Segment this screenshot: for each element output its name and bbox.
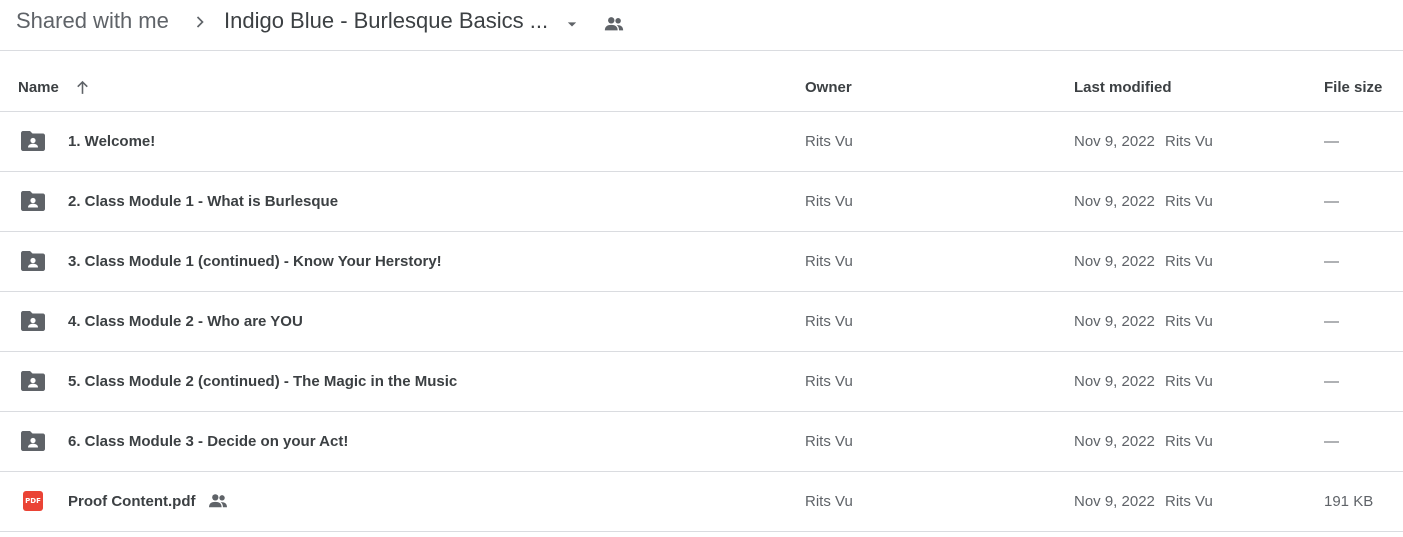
pdf-file-icon: PDF [23, 491, 43, 511]
file-modified-by: Rits Vu [1165, 133, 1213, 150]
column-header-last-modified[interactable]: Last modified [1074, 79, 1172, 96]
shared-folder-icon [21, 191, 45, 211]
file-row[interactable]: PDF Proof Content.pdf Rits Vu Nov 9, 202… [0, 472, 1403, 532]
file-modified-date: Nov 9, 2022 [1074, 373, 1155, 390]
drive-file-browser: Shared with me Indigo Blue - Burlesque B… [0, 0, 1403, 537]
column-header-owner[interactable]: Owner [805, 79, 852, 96]
file-owner: Rits Vu [805, 313, 853, 330]
file-size: — [1324, 133, 1339, 150]
file-owner: Rits Vu [805, 493, 853, 510]
file-size: — [1324, 193, 1339, 210]
file-modified-date: Nov 9, 2022 [1074, 433, 1155, 450]
file-row[interactable]: 3. Class Module 1 (continued) - Know You… [0, 232, 1403, 292]
file-size: — [1324, 313, 1339, 330]
file-row[interactable]: 5. Class Module 2 (continued) - The Magi… [0, 352, 1403, 412]
file-name: 1. Welcome! [68, 133, 156, 150]
file-owner: Rits Vu [805, 193, 853, 210]
file-owner: Rits Vu [805, 253, 853, 270]
file-size: — [1324, 433, 1339, 450]
shared-folder-icon [21, 251, 45, 271]
file-size: — [1324, 373, 1339, 390]
file-modified-date: Nov 9, 2022 [1074, 253, 1155, 270]
breadcrumb-current-folder[interactable]: Indigo Blue - Burlesque Basics ... [224, 8, 548, 34]
file-modified-date: Nov 9, 2022 [1074, 493, 1155, 510]
file-list: 1. Welcome! Rits Vu Nov 9, 2022 Rits Vu … [0, 112, 1403, 532]
file-modified-by: Rits Vu [1165, 313, 1213, 330]
chevron-right-icon [196, 16, 204, 28]
file-modified-date: Nov 9, 2022 [1074, 193, 1155, 210]
people-icon [209, 494, 227, 508]
file-modified-by: Rits Vu [1165, 493, 1213, 510]
file-row[interactable]: 6. Class Module 3 - Decide on your Act! … [0, 412, 1403, 472]
column-header: Name Owner Last modified File size [0, 51, 1403, 112]
file-name: 3. Class Module 1 (continued) - Know You… [68, 253, 442, 270]
file-name: 4. Class Module 2 - Who are YOU [68, 313, 303, 330]
column-header-name[interactable]: Name [18, 79, 59, 96]
arrow-up-icon[interactable] [73, 78, 92, 97]
file-size: — [1324, 253, 1339, 270]
file-row[interactable]: 1. Welcome! Rits Vu Nov 9, 2022 Rits Vu … [0, 112, 1403, 172]
breadcrumb: Shared with me Indigo Blue - Burlesque B… [0, 0, 1403, 51]
arrow-drop-down-icon[interactable] [562, 14, 582, 34]
people-icon [604, 17, 624, 31]
shared-folder-icon [21, 131, 45, 151]
file-row[interactable]: 2. Class Module 1 - What is Burlesque Ri… [0, 172, 1403, 232]
file-row[interactable]: 4. Class Module 2 - Who are YOU Rits Vu … [0, 292, 1403, 352]
file-modified-date: Nov 9, 2022 [1074, 313, 1155, 330]
file-modified-date: Nov 9, 2022 [1074, 133, 1155, 150]
file-name: 2. Class Module 1 - What is Burlesque [68, 193, 339, 210]
file-modified-by: Rits Vu [1165, 193, 1213, 210]
file-owner: Rits Vu [805, 373, 853, 390]
file-modified-by: Rits Vu [1165, 433, 1213, 450]
shared-folder-icon [21, 371, 45, 391]
breadcrumb-shared-with-me[interactable]: Shared with me [16, 8, 169, 34]
file-name: 6. Class Module 3 - Decide on your Act! [68, 433, 349, 450]
file-modified-by: Rits Vu [1165, 253, 1213, 270]
file-owner: Rits Vu [805, 133, 853, 150]
column-header-file-size[interactable]: File size [1324, 79, 1382, 96]
file-name: 5. Class Module 2 (continued) - The Magi… [68, 373, 458, 390]
file-owner: Rits Vu [805, 433, 853, 450]
file-size: 191 KB [1324, 493, 1374, 510]
shared-folder-icon [21, 311, 45, 331]
shared-folder-icon [21, 431, 45, 451]
file-name: Proof Content.pdf [68, 493, 196, 510]
file-modified-by: Rits Vu [1165, 373, 1213, 390]
